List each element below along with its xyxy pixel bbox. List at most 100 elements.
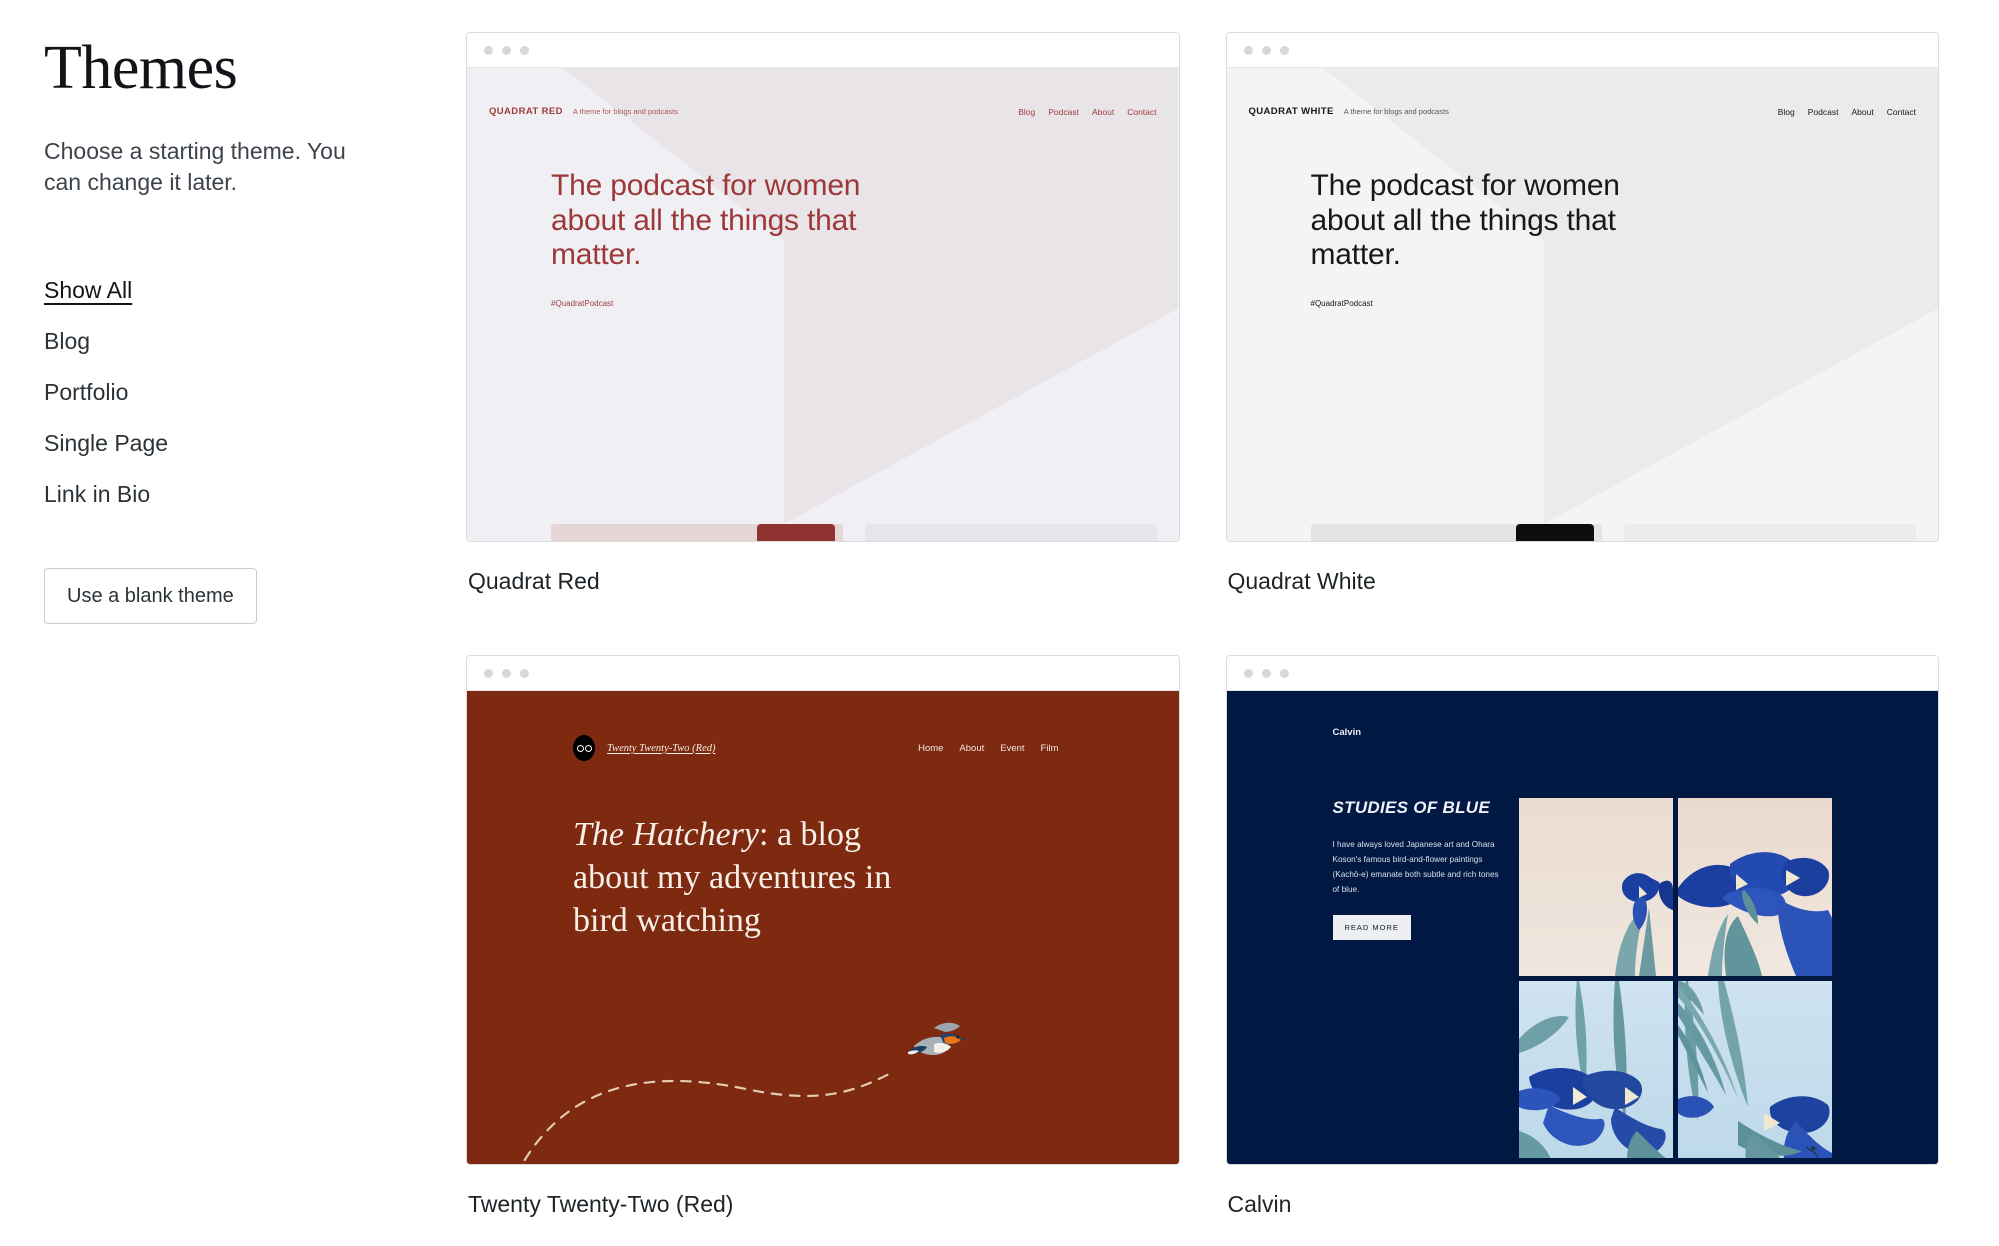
- preview-heading: The Hatchery: a blog about my adventures…: [573, 813, 933, 943]
- window-dot-minimize-icon: [1261, 45, 1271, 55]
- iris-artwork-cell-bottom-right: [1677, 980, 1832, 1158]
- window-dot-maximize-icon: [520, 668, 529, 678]
- preview-nav-about: About: [959, 742, 985, 754]
- browser-chrome-bar: [1226, 656, 1938, 691]
- theme-grid-area: QUADRAT RED A theme for blogs and podcas…: [466, 0, 1999, 1246]
- theme-name-label: Twenty Twenty-Two (Red): [468, 1191, 734, 1217]
- quadrat-white-topbar: QUADRAT WHITE A theme for blogs and podc…: [1227, 68, 1939, 117]
- preview-nav-about: About: [1851, 106, 1874, 117]
- iris-art-icon: [1518, 798, 1673, 976]
- browser-chrome-bar: [1226, 33, 1938, 68]
- preview-brand: Twenty Twenty-Two (Red): [607, 742, 716, 754]
- preview-nav: Home About Event Film: [918, 743, 1058, 754]
- quadrat-red-preview: QUADRAT RED A theme for blogs and podcas…: [467, 68, 1179, 541]
- window-dot-close-icon: [1243, 45, 1253, 55]
- page-title: Themes: [44, 34, 238, 102]
- window-dot-close-icon: [484, 45, 493, 55]
- preview-heading-italic: The Hatchery: [573, 816, 760, 853]
- preview-tile-accent: [1516, 524, 1595, 541]
- quadrat-white-hero: The podcast for women about all the thin…: [1227, 117, 1939, 308]
- theme-name-label: Quadrat White: [1227, 568, 1376, 594]
- quadrat-red-topbar: QUADRAT RED A theme for blogs and podcas…: [467, 68, 1179, 117]
- window-dot-minimize-icon: [502, 668, 511, 678]
- preview-brand: QUADRAT WHITE: [1248, 106, 1334, 117]
- preview-heading: The podcast for women about all the thin…: [551, 169, 861, 271]
- preview-hashtag: #QuadratPodcast: [551, 298, 614, 308]
- preview-heading: STUDIES OF BLUE: [1332, 798, 1491, 817]
- themes-page: Themes Choose a starting theme. You can …: [0, 0, 1999, 1246]
- theme-name-label: Quadrat Red: [468, 568, 600, 594]
- preview-brand: Calvin: [1332, 727, 1362, 738]
- preview-nav-blog: Blog: [1018, 106, 1036, 117]
- iris-art-icon: [1677, 798, 1832, 976]
- preview-tile-accent: [756, 524, 835, 541]
- quadrat-red-bottom-tiles: [551, 524, 1157, 541]
- window-dot-maximize-icon: [1279, 668, 1289, 678]
- iris-art-icon: [1677, 980, 1832, 1158]
- theme-card-quadrat-white[interactable]: QUADRAT WHITE A theme for blogs and podc…: [1225, 32, 1939, 655]
- iris-artwork-grid: [1518, 798, 1832, 1158]
- window-dot-maximize-icon: [520, 45, 529, 55]
- theme-preview-frame[interactable]: Twenty Twenty-Two (Red) Home About Event…: [466, 655, 1180, 1165]
- theme-card-quadrat-red[interactable]: QUADRAT RED A theme for blogs and podcas…: [466, 32, 1180, 655]
- preview-nav-contact: Contact: [1886, 106, 1916, 117]
- window-dot-minimize-icon: [502, 45, 511, 55]
- theme-grid: QUADRAT RED A theme for blogs and podcas…: [466, 32, 1939, 1246]
- sidebar-item-portfolio[interactable]: Portfolio: [44, 367, 128, 418]
- read-more-button[interactable]: READ MORE: [1332, 915, 1411, 941]
- tt-hero: The Hatchery: a blog about my adventures…: [467, 761, 1179, 943]
- preview-paragraph: I have always loved Japanese art and Oha…: [1332, 839, 1499, 895]
- window-dot-maximize-icon: [1279, 45, 1289, 55]
- quadrat-white-bottom-tiles: [1310, 524, 1916, 541]
- preview-brand: QUADRAT RED: [489, 106, 563, 117]
- preview-nav: Blog Podcast About Contact: [1018, 107, 1156, 117]
- preview-nav-contact: Contact: [1127, 106, 1157, 117]
- preview-tagline: A theme for blogs and podcasts: [572, 107, 678, 116]
- preview-nav: Blog Podcast About Contact: [1778, 107, 1916, 117]
- iris-art-icon: [1518, 980, 1673, 1158]
- owl-eye-left-icon: [576, 744, 584, 752]
- theme-preview-frame[interactable]: Calvin STUDIES OF BLUE I have always lov…: [1225, 655, 1939, 1165]
- preview-nav-event: Event: [1000, 742, 1025, 754]
- preview-nav-about: About: [1091, 106, 1115, 117]
- window-dot-close-icon: [484, 668, 493, 678]
- calvin-text-column: STUDIES OF BLUE I have always loved Japa…: [1332, 798, 1501, 1158]
- theme-filter-list: Show All Blog Portfolio Single Page Link…: [44, 265, 466, 520]
- bird-illustration: [467, 1005, 1179, 1164]
- calvin-body: STUDIES OF BLUE I have always loved Japa…: [1227, 738, 1939, 1158]
- iris-artwork-cell-bottom-left: [1518, 980, 1673, 1158]
- preview-tagline: A theme for blogs and podcasts: [1343, 107, 1449, 116]
- bird-flight-path-icon: [523, 1069, 896, 1162]
- preview-hashtag: #QuadratPodcast: [1310, 298, 1373, 308]
- quadrat-red-hero: The podcast for women about all the thin…: [467, 117, 1179, 308]
- owl-logo-icon: [573, 735, 595, 761]
- bird-icon: [908, 1022, 966, 1055]
- iris-artwork-cell-top-left: [1518, 798, 1673, 976]
- theme-preview-frame[interactable]: QUADRAT RED A theme for blogs and podcas…: [466, 32, 1180, 542]
- page-subtitle: Choose a starting theme. You can change …: [44, 137, 346, 196]
- window-dot-close-icon: [1243, 668, 1253, 678]
- theme-card-twenty-twenty-two-red[interactable]: Twenty Twenty-Two (Red) Home About Event…: [466, 655, 1180, 1246]
- browser-chrome-bar: [467, 33, 1179, 68]
- tt-topbar: Twenty Twenty-Two (Red) Home About Event…: [467, 691, 1179, 761]
- preview-nav-home: Home: [918, 742, 944, 754]
- sidebar: Themes Choose a starting theme. You can …: [0, 0, 466, 1246]
- preview-nav-blog: Blog: [1777, 106, 1795, 117]
- preview-heading: The podcast for women about all the thin…: [1310, 169, 1620, 271]
- sidebar-item-single-page[interactable]: Single Page: [44, 418, 168, 469]
- sidebar-item-show-all[interactable]: Show All: [44, 265, 132, 316]
- sidebar-item-blog[interactable]: Blog: [44, 316, 90, 367]
- preview-tile-2: [1624, 524, 1916, 541]
- preview-tile-2: [864, 524, 1157, 541]
- window-dot-minimize-icon: [1261, 668, 1271, 678]
- browser-chrome-bar: [467, 656, 1179, 691]
- iris-artwork-cell-top-right: [1677, 798, 1832, 976]
- theme-preview-frame[interactable]: QUADRAT WHITE A theme for blogs and podc…: [1225, 32, 1939, 542]
- sidebar-item-link-in-bio[interactable]: Link in Bio: [44, 469, 150, 520]
- use-blank-theme-button[interactable]: Use a blank theme: [44, 568, 257, 625]
- twenty-twenty-two-preview: Twenty Twenty-Two (Red) Home About Event…: [467, 691, 1179, 1164]
- preview-nav-podcast: Podcast: [1807, 106, 1839, 117]
- theme-card-calvin[interactable]: Calvin STUDIES OF BLUE I have always lov…: [1225, 655, 1939, 1246]
- preview-nav-podcast: Podcast: [1048, 106, 1079, 117]
- owl-eye-right-icon: [584, 744, 592, 752]
